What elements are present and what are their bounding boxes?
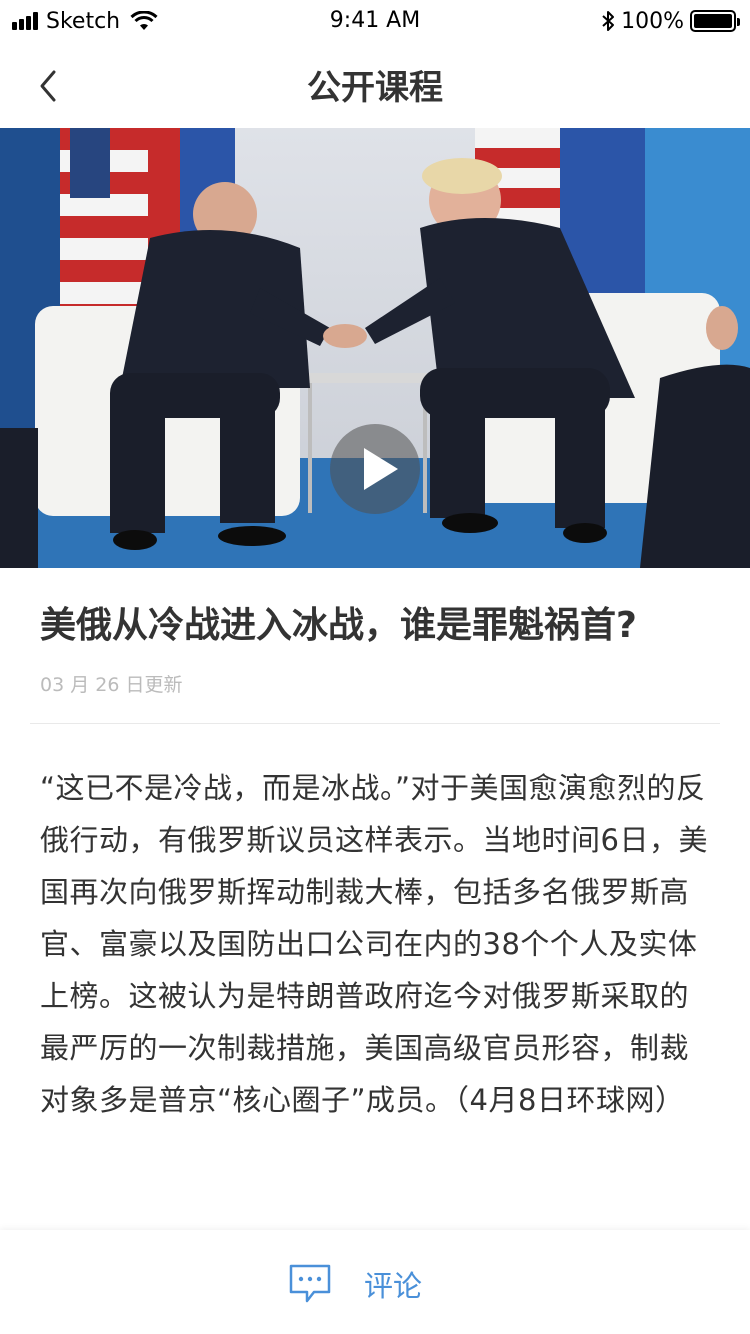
video-player[interactable]	[0, 128, 750, 568]
nav-bar: 公开课程	[0, 40, 750, 128]
play-button[interactable]	[330, 424, 420, 514]
status-bar: Sketch 9:41 AM 100%	[0, 0, 750, 40]
comment-icon	[289, 1264, 331, 1303]
battery-percent: 100%	[621, 8, 684, 34]
article-body: “这已不是冷战，而是冰战。”对于美国愈演愈烈的反俄行动，有俄罗斯议员这样表示。当…	[40, 771, 708, 1117]
page-title: 公开课程	[307, 68, 443, 108]
divider	[30, 723, 720, 724]
update-date: 03 月 26 日更新	[40, 674, 183, 696]
play-icon	[364, 448, 398, 490]
comment-label: 评论	[364, 1269, 423, 1303]
battery-level	[694, 14, 732, 28]
bottom-bar: 评论	[0, 1230, 750, 1334]
comment-button[interactable]: 评论	[288, 1260, 422, 1308]
article-title: 美俄从冷战进入冰战，谁是罪魁祸首?	[40, 605, 637, 646]
battery-icon	[690, 10, 740, 32]
status-right: 100%	[601, 6, 740, 36]
bluetooth-icon	[602, 11, 615, 31]
